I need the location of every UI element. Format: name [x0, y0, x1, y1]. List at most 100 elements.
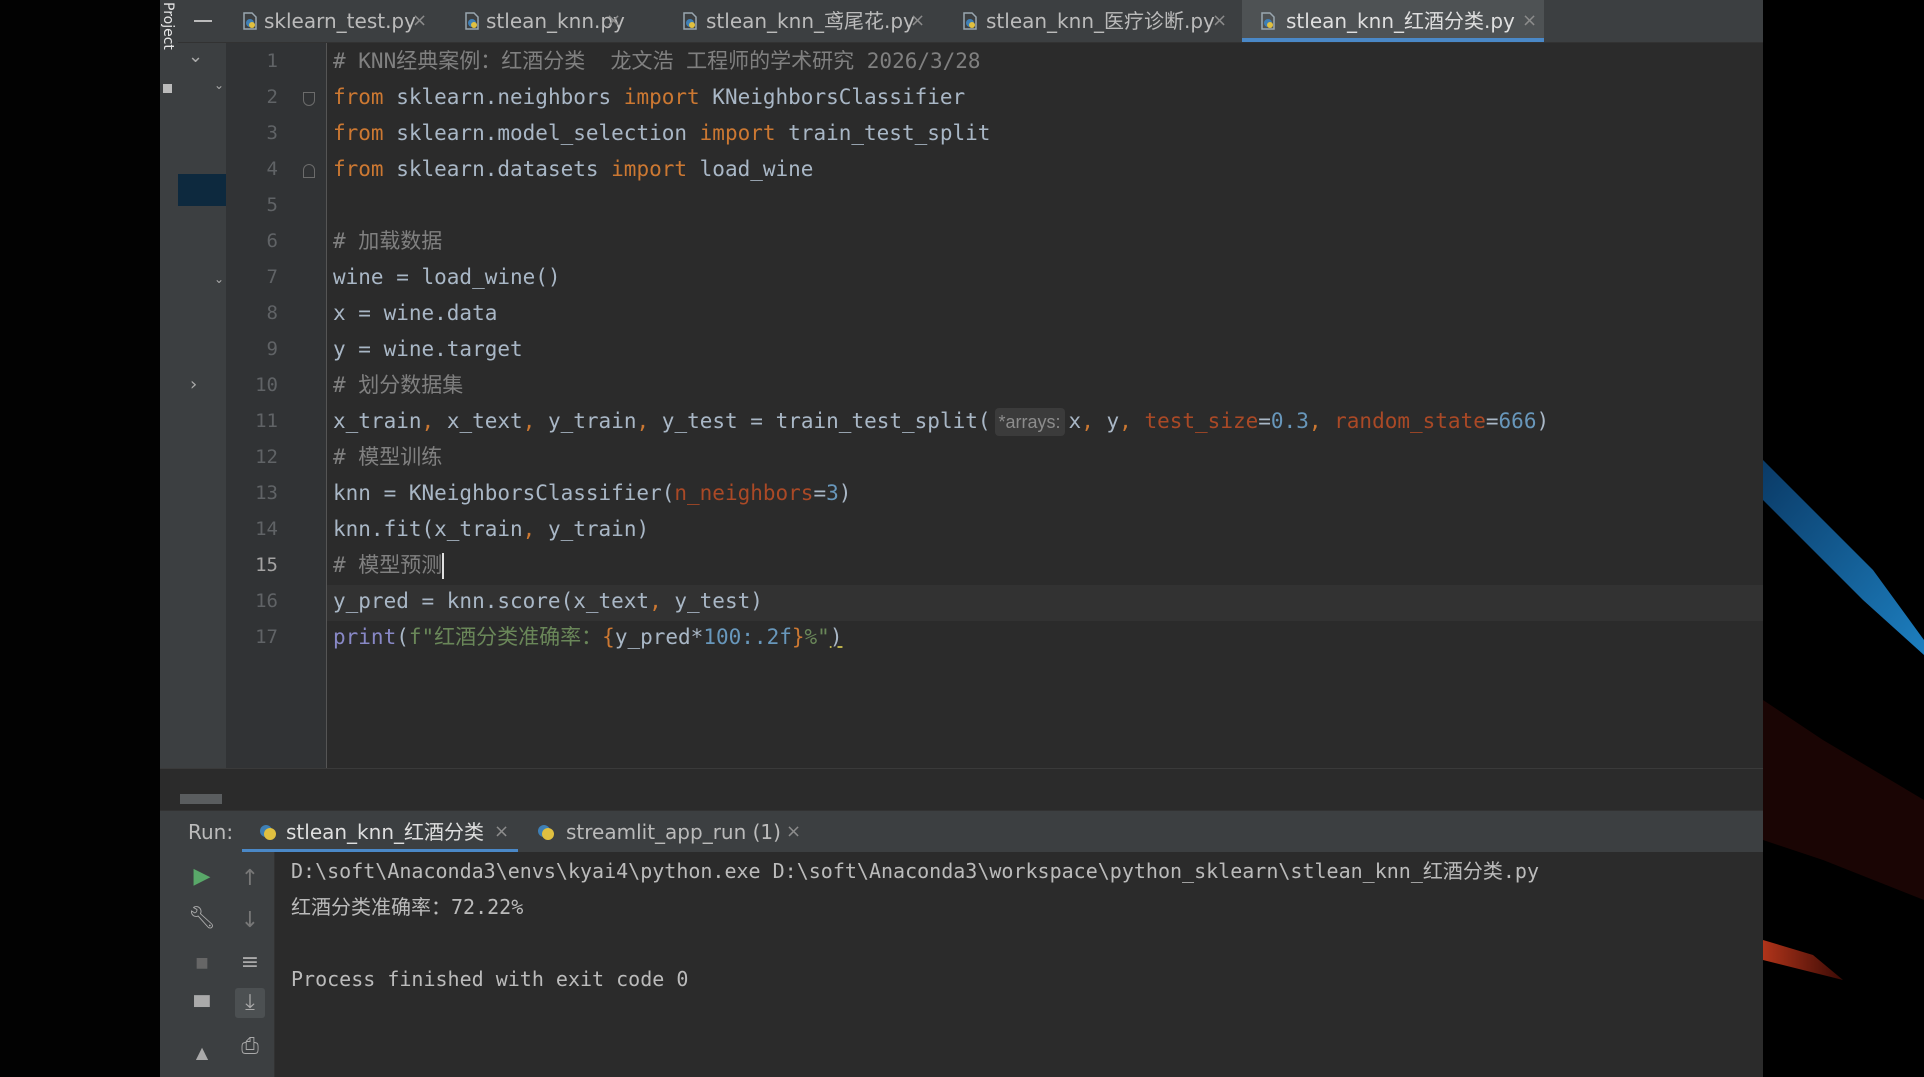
soft-wrap-icon[interactable]: ≡: [235, 948, 265, 978]
run-tab-label: stlean_knn_红酒分类: [286, 820, 484, 844]
fold-marker-icon[interactable]: [303, 164, 315, 178]
code-line-17: print(f"红酒分类准确率：{y_pred*100:.2f}%"): [333, 619, 842, 655]
module-name: sklearn.datasets: [383, 157, 612, 181]
project-tree-header: [178, 0, 226, 43]
code-token: y_pred = knn.score(x_text: [333, 589, 650, 613]
code-token: ): [838, 481, 852, 505]
tab-stlean-knn-medical[interactable]: stlean_knn_医疗诊断.py ×: [956, 0, 1227, 42]
code-line-13: knn = KNeighborsClassifier(n_neighbors=3…: [333, 475, 851, 511]
run-tab-wine[interactable]: stlean_knn_红酒分类 ×: [242, 811, 518, 853]
close-icon[interactable]: ×: [910, 0, 925, 42]
close-icon[interactable]: ×: [494, 811, 509, 853]
python-file-icon: [683, 12, 697, 30]
run-tab-streamlit[interactable]: streamlit_app_run (1) ×: [536, 811, 816, 853]
project-tool-marker: [163, 84, 172, 93]
code-line-15: # 模型预测: [333, 547, 445, 583]
close-icon[interactable]: ×: [1522, 0, 1537, 42]
run-icon[interactable]: ▶: [187, 862, 217, 892]
pin-icon[interactable]: ▲: [187, 1038, 217, 1068]
layout-icon[interactable]: ▀: [187, 992, 217, 1022]
code-token: y_pred*: [614, 625, 704, 649]
code-token: ): [829, 625, 843, 649]
code-token: ,: [1308, 409, 1322, 433]
run-console[interactable]: D:\soft\Anaconda3\envs\kyai4\python.exe …: [275, 852, 1763, 1077]
code-line-14: knn.fit(x_train, y_train): [333, 511, 649, 547]
tab-sklearn-test[interactable]: sklearn_test.py ×: [234, 0, 440, 42]
keyword: from: [333, 121, 384, 145]
code-token: 3: [826, 481, 839, 505]
project-tool-strip[interactable]: Project: [160, 0, 179, 1077]
line-number: 16: [255, 590, 278, 612]
line-number: 10: [255, 374, 278, 396]
code-token: ): [1536, 409, 1550, 433]
line-number: 14: [255, 518, 278, 540]
project-tool-label[interactable]: Project: [160, 2, 176, 50]
print-icon[interactable]: ⎙: [235, 1032, 265, 1062]
python-file-icon: [243, 12, 257, 30]
arrow-up-icon[interactable]: ↑: [235, 864, 265, 894]
code-token: knn.fit(x_train: [333, 517, 523, 541]
close-icon[interactable]: ×: [786, 811, 801, 853]
python-file-icon: [465, 12, 479, 30]
code-line-16: y_pred = knn.score(x_text, y_test): [333, 583, 763, 619]
ide-window: Project ⌄ ⌄ ⌄ › sklearn_test.py × stlean…: [160, 0, 1763, 1077]
line-number: 11: [255, 410, 278, 432]
line-number: 5: [266, 194, 278, 216]
keyword: from: [333, 157, 384, 181]
python-file-icon: [963, 12, 977, 30]
code-line-9: y = wine.target: [333, 337, 523, 361]
code-token: ,: [522, 517, 536, 541]
line-number: 13: [255, 482, 278, 504]
wrench-icon[interactable]: 🔧︎: [187, 904, 217, 934]
python-icon: [260, 825, 276, 840]
code-line-6: # 加载数据: [333, 229, 443, 253]
code-token: }: [791, 625, 805, 649]
editor-horizontal-scrollbar[interactable]: [160, 768, 1763, 811]
code-token: y_train: [535, 409, 637, 433]
line-number-gutter[interactable]: 1 2 3 4 5 6 7 8 9 10 11 12 13 14 15 16 1…: [226, 43, 327, 768]
tab-stlean-knn-wine[interactable]: stlean_knn_红酒分类.py ×: [1242, 0, 1544, 42]
keyword: from: [333, 85, 384, 109]
code-token: knn = KNeighborsClassifier(: [333, 481, 675, 505]
code-token: (: [396, 625, 409, 649]
line-number: 6: [266, 230, 278, 252]
chevron-down-icon[interactable]: ⌄: [188, 46, 203, 67]
stop-icon[interactable]: ■: [187, 948, 217, 978]
project-tree-panel[interactable]: ⌄ ⌄ ⌄ ›: [178, 0, 226, 810]
project-tree-selected-item[interactable]: [178, 174, 226, 206]
fold-marker-icon[interactable]: [303, 92, 315, 106]
chevron-right-icon[interactable]: ›: [190, 374, 197, 395]
tab-label: sklearn_test.py: [264, 9, 416, 33]
code-token: 100: [703, 625, 742, 649]
parameter-hint: *arrays:: [994, 408, 1065, 436]
import-name: KNeighborsClassifier: [699, 85, 966, 109]
code-token: ,: [522, 409, 536, 433]
close-icon[interactable]: ×: [412, 0, 427, 42]
python-icon: [538, 825, 554, 840]
scroll-to-end-icon[interactable]: ⤓: [235, 988, 265, 1018]
desktop-wallpaper: [1763, 0, 1924, 1077]
code-token: x_train: [333, 409, 422, 433]
scrollbar-thumb[interactable]: [180, 794, 222, 804]
chevron-down-icon[interactable]: ⌄: [214, 272, 224, 286]
code-token: =: [1258, 409, 1271, 433]
text-caret: [442, 553, 445, 579]
code-token: 666: [1498, 409, 1537, 433]
code-line-4: from sklearn.datasets import load_wine: [333, 151, 813, 187]
collapse-icon[interactable]: [194, 20, 212, 22]
close-icon[interactable]: ×: [606, 0, 621, 42]
code-token: n_neighbors: [674, 481, 814, 505]
code-token: =: [813, 481, 827, 505]
tab-stlean-knn[interactable]: stlean_knn.py ×: [456, 0, 630, 42]
code-line-11: x_train, x_text, y_train, y_test = train…: [333, 403, 1549, 439]
close-icon[interactable]: ×: [1212, 0, 1227, 42]
code-line-7: wine = load_wine(): [333, 265, 561, 289]
tab-stlean-knn-iris[interactable]: stlean_knn_鸢尾花.py ×: [676, 0, 925, 42]
code-editor[interactable]: # KNN经典案例：红酒分类 龙文浩 工程师的学术研究 2026/3/28 fr…: [327, 43, 1763, 768]
console-line-command: D:\soft\Anaconda3\envs\kyai4\python.exe …: [291, 859, 1539, 883]
chevron-down-icon[interactable]: ⌄: [214, 78, 224, 92]
code-line-12: # 模型训练: [333, 445, 443, 469]
code-line-3: from sklearn.model_selection import trai…: [333, 115, 990, 151]
line-number: 4: [266, 158, 278, 180]
arrow-down-icon[interactable]: ↓: [235, 906, 265, 936]
